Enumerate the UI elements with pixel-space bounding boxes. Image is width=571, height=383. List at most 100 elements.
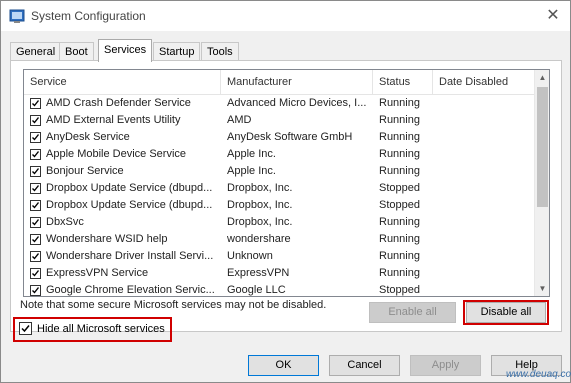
secure-services-note: Note that some secure Microsoft services… — [20, 299, 327, 311]
checkmark-icon — [32, 134, 40, 141]
service-row[interactable]: AMD Crash Defender Service Advanced Micro… — [24, 95, 534, 112]
service-manufacturer: Dropbox, Inc. — [227, 182, 293, 194]
service-row[interactable]: Wondershare Driver Install Servi... Unkno… — [24, 248, 534, 265]
tab-services[interactable]: Services — [98, 39, 153, 62]
service-name: Bonjour Service — [46, 165, 124, 177]
service-status: Running — [379, 250, 420, 262]
tab-boot[interactable]: Boot — [59, 42, 94, 61]
service-row[interactable]: Dropbox Update Service (dbupd... Dropbox,… — [24, 197, 534, 214]
tab-general[interactable]: General — [10, 42, 62, 61]
service-status: Running — [379, 267, 420, 279]
checkmark-icon — [32, 168, 40, 175]
checkmark-icon — [32, 219, 40, 226]
service-manufacturer: Unknown — [227, 250, 273, 262]
close-icon[interactable]: ✕ — [536, 1, 570, 31]
service-manufacturer: Apple Inc. — [227, 148, 276, 160]
service-name: Apple Mobile Device Service — [46, 148, 187, 160]
list-header: Service Manufacturer Status Date Disable… — [24, 70, 534, 95]
enable-all-button[interactable]: Enable all — [369, 302, 456, 323]
service-status: Running — [379, 114, 420, 126]
checkmark-icon — [32, 253, 40, 260]
checkmark-icon — [32, 185, 40, 192]
service-manufacturer: AMD — [227, 114, 252, 126]
service-checkbox[interactable] — [30, 149, 41, 160]
service-status: Stopped — [379, 199, 420, 211]
service-status: Stopped — [379, 182, 420, 194]
cancel-button[interactable]: Cancel — [329, 355, 400, 376]
service-status: Running — [379, 131, 420, 143]
service-checkbox[interactable] — [30, 98, 41, 109]
checkmark-icon — [32, 202, 40, 209]
vertical-scrollbar[interactable]: ▲ ▼ — [534, 70, 549, 296]
service-status: Running — [379, 233, 420, 245]
service-manufacturer: wondershare — [227, 233, 291, 245]
service-checkbox[interactable] — [30, 166, 41, 177]
service-row[interactable]: Google Chrome Elevation Servic... Google … — [24, 282, 534, 296]
service-manufacturer: Apple Inc. — [227, 165, 276, 177]
service-name: Google Chrome Elevation Servic... — [46, 284, 215, 296]
title-bar[interactable]: System Configuration ✕ — [1, 1, 570, 31]
scroll-down-icon[interactable]: ▼ — [535, 281, 549, 296]
hide-microsoft-highlight — [13, 317, 172, 342]
service-manufacturer: Advanced Micro Devices, I... — [227, 97, 367, 109]
service-checkbox[interactable] — [30, 285, 41, 296]
checkmark-icon — [32, 270, 40, 277]
service-row[interactable]: DbxSvc Dropbox, Inc. Running — [24, 214, 534, 231]
disable-all-highlight — [463, 300, 549, 325]
msconfig-icon — [9, 9, 25, 23]
service-checkbox[interactable] — [30, 200, 41, 211]
services-list[interactable]: Service Manufacturer Status Date Disable… — [23, 69, 550, 297]
services-panel: Service Manufacturer Status Date Disable… — [10, 60, 562, 332]
column-date-disabled[interactable]: Date Disabled — [433, 70, 534, 94]
checkmark-icon — [32, 236, 40, 243]
column-manufacturer[interactable]: Manufacturer — [221, 70, 373, 94]
service-checkbox[interactable] — [30, 268, 41, 279]
service-manufacturer: Dropbox, Inc. — [227, 216, 293, 228]
service-name: AMD External Events Utility — [46, 114, 181, 126]
scroll-up-icon[interactable]: ▲ — [535, 70, 549, 85]
service-status: Running — [379, 165, 420, 177]
service-status: Running — [379, 97, 420, 109]
service-status: Running — [379, 148, 420, 160]
service-status: Running — [379, 216, 420, 228]
service-name: AnyDesk Service — [46, 131, 130, 143]
service-checkbox[interactable] — [30, 234, 41, 245]
column-status[interactable]: Status — [373, 70, 433, 94]
checkmark-icon — [32, 151, 40, 158]
service-row[interactable]: Dropbox Update Service (dbupd... Dropbox,… — [24, 180, 534, 197]
column-service[interactable]: Service — [24, 70, 221, 94]
service-row[interactable]: AMD External Events Utility AMD Running — [24, 112, 534, 129]
window-title: System Configuration — [31, 9, 146, 23]
service-name: Dropbox Update Service (dbupd... — [46, 199, 213, 211]
checkmark-icon — [32, 100, 40, 107]
watermark-text: www.deuaq.com — [506, 369, 571, 380]
apply-button[interactable]: Apply — [410, 355, 481, 376]
service-name: Wondershare Driver Install Servi... — [46, 250, 214, 262]
service-checkbox[interactable] — [30, 217, 41, 228]
service-row[interactable]: Wondershare WSID help wondershare Running — [24, 231, 534, 248]
service-row[interactable]: Apple Mobile Device Service Apple Inc. Run… — [24, 146, 534, 163]
tab-tools[interactable]: Tools — [201, 42, 239, 61]
service-manufacturer: ExpressVPN — [227, 267, 290, 279]
service-name: ExpressVPN Service — [46, 267, 149, 279]
service-row[interactable]: ExpressVPN Service ExpressVPN Running — [24, 265, 534, 282]
service-manufacturer: Google LLC — [227, 284, 286, 296]
service-checkbox[interactable] — [30, 183, 41, 194]
ok-button[interactable]: OK — [248, 355, 319, 376]
service-name: Wondershare WSID help — [46, 233, 168, 245]
checkmark-icon — [32, 117, 40, 124]
system-configuration-window: System Configuration ✕ General Boot Serv… — [0, 0, 571, 383]
scroll-thumb[interactable] — [537, 87, 548, 207]
service-name: AMD Crash Defender Service — [46, 97, 191, 109]
tab-startup[interactable]: Startup — [153, 42, 201, 61]
service-checkbox[interactable] — [30, 115, 41, 126]
service-row[interactable]: Bonjour Service Apple Inc. Running — [24, 163, 534, 180]
service-row[interactable]: AnyDesk Service AnyDesk Software GmbH Runn… — [24, 129, 534, 146]
service-manufacturer: Dropbox, Inc. — [227, 199, 293, 211]
service-name: DbxSvc — [46, 216, 84, 228]
service-checkbox[interactable] — [30, 132, 41, 143]
service-manufacturer: AnyDesk Software GmbH — [227, 131, 353, 143]
service-name: Dropbox Update Service (dbupd... — [46, 182, 213, 194]
checkmark-icon — [32, 287, 40, 294]
service-checkbox[interactable] — [30, 251, 41, 262]
